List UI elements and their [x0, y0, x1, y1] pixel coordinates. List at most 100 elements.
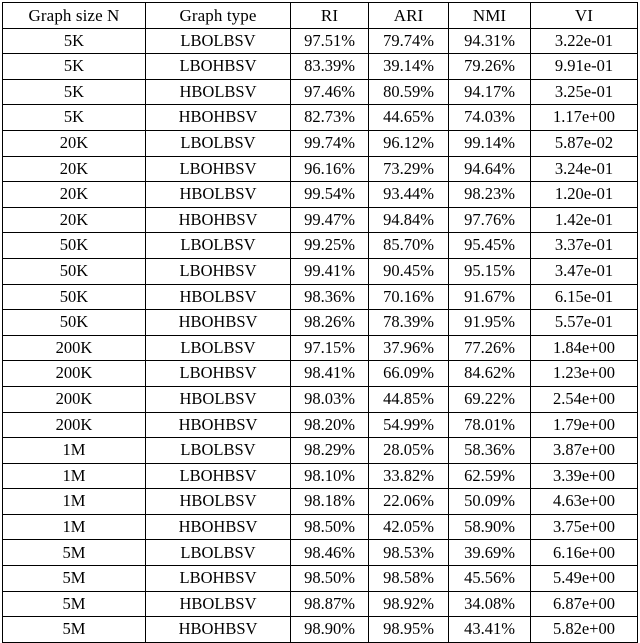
table-cell: HBOHBSV	[145, 616, 291, 643]
table-cell: 99.41%	[290, 257, 369, 285]
table-cell: 97.15%	[290, 334, 369, 362]
table-cell: 37.96%	[368, 334, 449, 362]
table-cell: 94.17%	[448, 78, 531, 106]
table-cell: LBOHBSV	[145, 53, 291, 80]
table-cell: 74.03%	[448, 104, 531, 131]
table-header-row: Graph size N Graph type RI ARI NMI VI	[2, 2, 638, 29]
table-cell: 98.50%	[290, 513, 369, 541]
metrics-table-container: Graph size N Graph type RI ARI NMI VI 5K…	[2, 2, 638, 643]
table-cell: 98.87%	[290, 590, 369, 618]
table-cell: 98.36%	[290, 283, 369, 311]
table-cell: 1M	[2, 437, 146, 464]
table-row: 200K LBOLBSV 97.15% 37.96% 77.26% 1.84e+00	[2, 334, 638, 362]
table-cell: 99.14%	[448, 129, 531, 157]
table-cell: HBOHBSV	[145, 513, 291, 541]
table-body: 5K LBOLBSV 97.51% 79.74% 94.31% 3.22e-01 5K LBO…	[2, 27, 638, 643]
table-cell: 3.39e+00	[530, 462, 638, 490]
table-cell: 5K	[2, 104, 146, 131]
table-cell: 39.69%	[448, 539, 531, 567]
table-cell: 6.15e-01	[530, 283, 638, 311]
table-cell: 94.84%	[368, 206, 449, 234]
table-cell: 200K	[2, 385, 146, 413]
table-cell: 20K	[2, 155, 146, 183]
table-cell: 3.75e+00	[530, 513, 638, 541]
table-cell: HBOLBSV	[145, 590, 291, 618]
table-cell: 98.58%	[368, 565, 449, 592]
table-cell: 98.41%	[290, 360, 369, 387]
table-cell: 98.46%	[290, 539, 369, 567]
table-cell: 42.05%	[368, 513, 449, 541]
table-cell: LBOLBSV	[145, 539, 291, 567]
table-cell: 28.05%	[368, 437, 449, 464]
table-cell: 20K	[2, 129, 146, 157]
table-cell: 1M	[2, 488, 146, 515]
table-cell: 20K	[2, 181, 146, 208]
table-cell: 78.01%	[448, 411, 531, 439]
table-cell: 1.42e-01	[530, 206, 638, 234]
table-cell: 94.31%	[448, 27, 531, 55]
table-cell: 98.50%	[290, 565, 369, 592]
table-cell: 58.90%	[448, 513, 531, 541]
table-row: 20K LBOLBSV 99.74% 96.12% 99.14% 5.87e-02	[2, 129, 638, 157]
table-row: 200K HBOHBSV 98.20% 54.99% 78.01% 1.79e+00	[2, 411, 638, 439]
table-cell: HBOHBSV	[145, 309, 291, 336]
table-cell: 98.29%	[290, 437, 369, 464]
table-cell: 2.54e+00	[530, 385, 638, 413]
table-cell: 1M	[2, 462, 146, 490]
table-row: 1M LBOLBSV 98.29% 28.05% 58.36% 3.87e+00	[2, 437, 638, 464]
table-cell: 79.74%	[368, 27, 449, 55]
table-cell: 50.09%	[448, 488, 531, 515]
table-cell: 79.26%	[448, 53, 531, 80]
table-cell: 98.20%	[290, 411, 369, 439]
table-cell: 5M	[2, 590, 146, 618]
table-row: 5K HBOLBSV 97.46% 80.59% 94.17% 3.25e-01	[2, 78, 638, 106]
table-cell: 69.22%	[448, 385, 531, 413]
table-cell: 97.46%	[290, 78, 369, 106]
table-cell: 1.20e-01	[530, 181, 638, 208]
table-cell: 50K	[2, 232, 146, 259]
table-row: 5M HBOLBSV 98.87% 98.92% 34.08% 6.87e+00	[2, 590, 638, 618]
table-cell: 200K	[2, 411, 146, 439]
column-header-graph-size-n: Graph size N	[2, 2, 146, 29]
table-cell: 5K	[2, 53, 146, 80]
table-row: 5K HBOHBSV 82.73% 44.65% 74.03% 1.17e+00	[2, 104, 638, 131]
table-cell: 91.67%	[448, 283, 531, 311]
column-header-ari: ARI	[368, 2, 449, 29]
table-cell: 44.85%	[368, 385, 449, 413]
table-cell: LBOLBSV	[145, 232, 291, 259]
table-cell: 1.23e+00	[530, 360, 638, 387]
table-row: 5M LBOLBSV 98.46% 98.53% 39.69% 6.16e+00	[2, 539, 638, 567]
table-row: 20K HBOHBSV 99.47% 94.84% 97.76% 1.42e-01	[2, 206, 638, 234]
table-cell: 84.62%	[448, 360, 531, 387]
table-cell: LBOLBSV	[145, 27, 291, 55]
table-cell: 96.12%	[368, 129, 449, 157]
column-header-ri: RI	[290, 2, 369, 29]
table-cell: 6.16e+00	[530, 539, 638, 567]
table-cell: 20K	[2, 206, 146, 234]
table-cell: LBOLBSV	[145, 129, 291, 157]
column-header-nmi: NMI	[448, 2, 531, 29]
table-cell: LBOHBSV	[145, 565, 291, 592]
table-cell: 5.57e-01	[530, 309, 638, 336]
table-cell: HBOLBSV	[145, 385, 291, 413]
table-cell: 3.25e-01	[530, 78, 638, 106]
table-cell: 98.23%	[448, 181, 531, 208]
table-row: 20K HBOLBSV 99.54% 93.44% 98.23% 1.20e-01	[2, 181, 638, 208]
table-cell: 1.84e+00	[530, 334, 638, 362]
table-cell: 98.18%	[290, 488, 369, 515]
table-cell: 1.17e+00	[530, 104, 638, 131]
table-cell: 70.16%	[368, 283, 449, 311]
table-cell: 5.82e+00	[530, 616, 638, 643]
table-cell: 91.95%	[448, 309, 531, 336]
table-cell: HBOHBSV	[145, 206, 291, 234]
table-cell: 200K	[2, 360, 146, 387]
table-cell: LBOLBSV	[145, 437, 291, 464]
table-cell: 9.91e-01	[530, 53, 638, 80]
table-cell: 98.03%	[290, 385, 369, 413]
table-row: 1M HBOHBSV 98.50% 42.05% 58.90% 3.75e+00	[2, 513, 638, 541]
table-cell: LBOHBSV	[145, 462, 291, 490]
metrics-table: Graph size N Graph type RI ARI NMI VI 5K…	[2, 2, 638, 643]
table-cell: HBOHBSV	[145, 104, 291, 131]
table-cell: 95.45%	[448, 232, 531, 259]
table-cell: 1.79e+00	[530, 411, 638, 439]
